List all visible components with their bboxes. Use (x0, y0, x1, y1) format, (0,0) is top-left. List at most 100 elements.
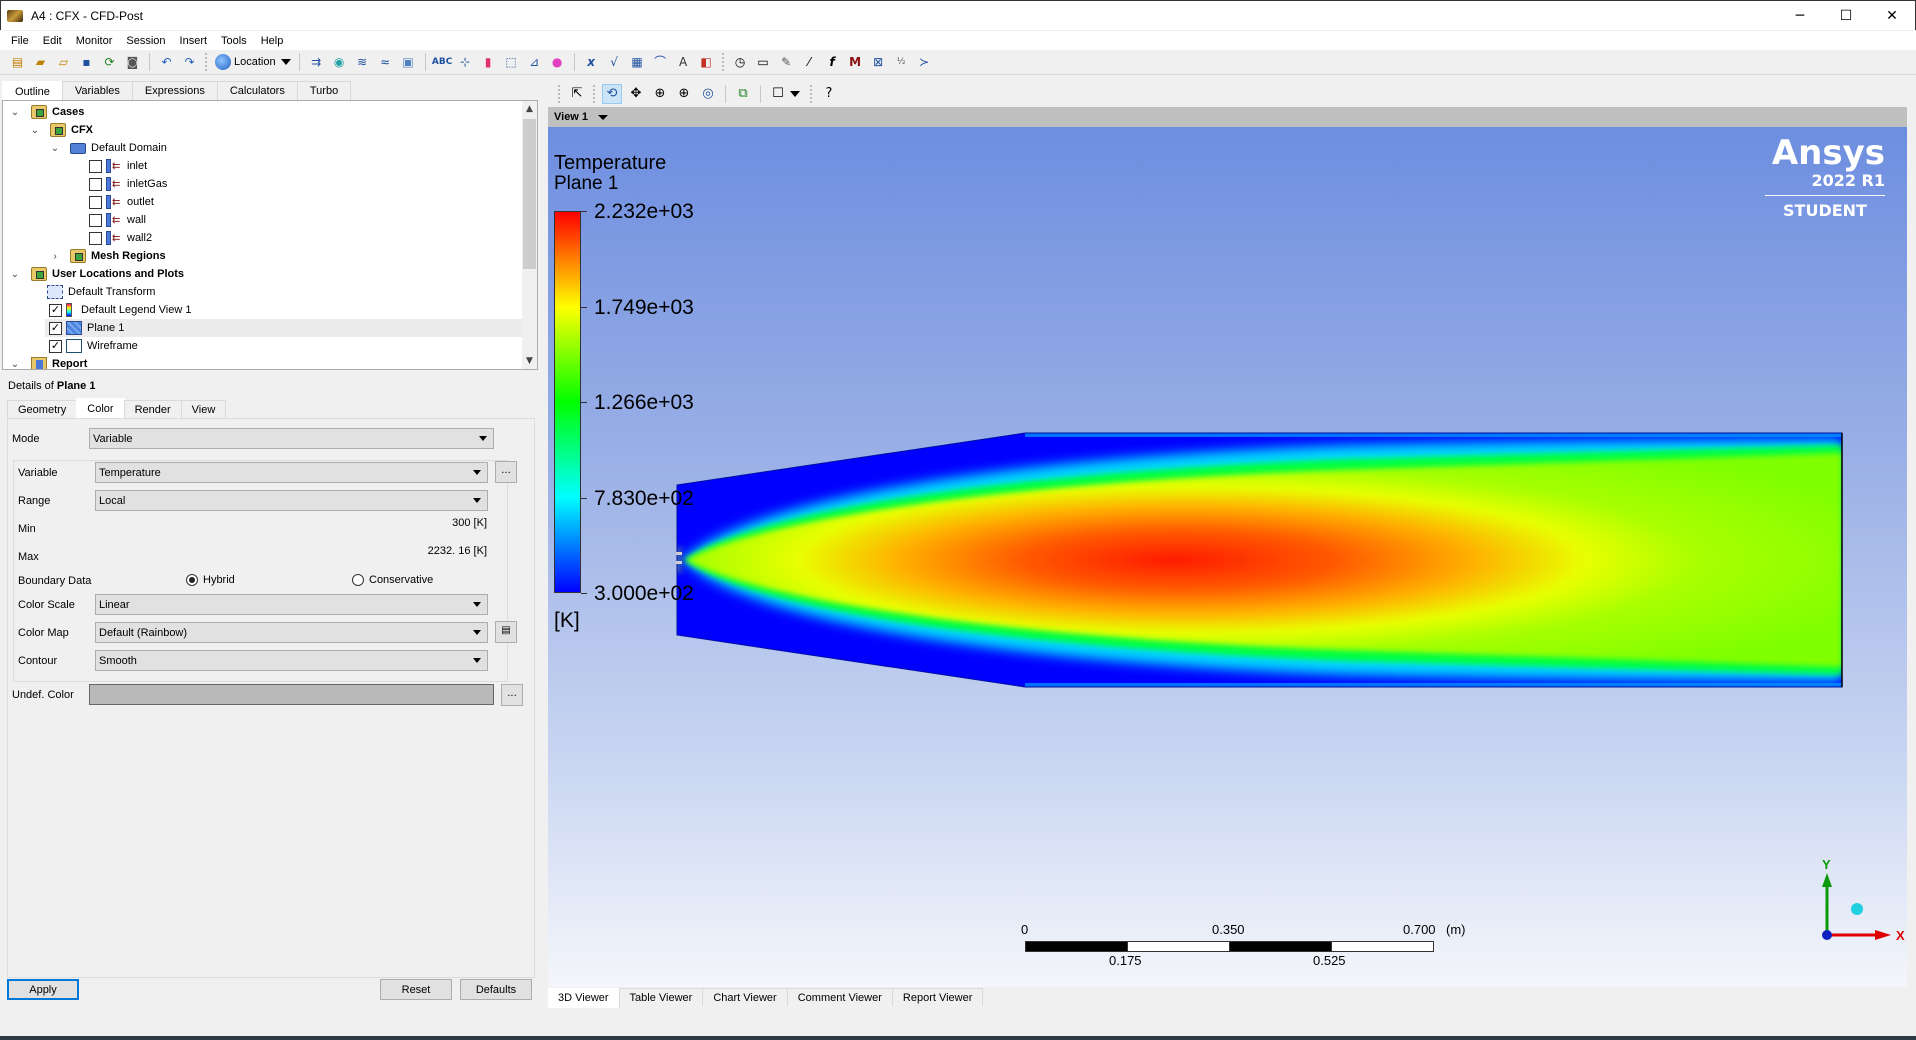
tree-item-report[interactable]: ⌄ Report (9, 355, 87, 370)
scroll-up-icon[interactable]: ▲ (522, 101, 537, 117)
command-editor-icon[interactable]: ≻ (915, 53, 933, 71)
undo-icon[interactable]: ↶ (158, 53, 176, 71)
chevron-down-icon[interactable]: ⌄ (29, 125, 41, 136)
menu-session[interactable]: Session (119, 35, 172, 47)
coordinate-frame-icon[interactable]: ⊹ (456, 53, 474, 71)
zoom-icon[interactable]: ⊕ (674, 84, 694, 104)
undef-color-swatch[interactable] (89, 684, 494, 705)
tab-view[interactable]: View (180, 400, 227, 418)
visibility-checkbox[interactable] (89, 177, 102, 191)
visibility-checkbox[interactable]: ✓ (49, 303, 62, 317)
contour-select[interactable]: Smooth (95, 650, 488, 671)
menu-help[interactable]: Help (254, 35, 291, 47)
variable-icon[interactable]: x (582, 53, 600, 71)
tab-variables[interactable]: Variables (61, 81, 133, 100)
volume-rendering-icon[interactable]: ▣ (399, 53, 417, 71)
fit-view-icon[interactable]: ⧉ (733, 84, 753, 104)
figure-icon[interactable]: ◧ (697, 53, 715, 71)
animation-icon[interactable]: ▭ (754, 53, 772, 71)
save-state-icon[interactable]: ▪ (78, 53, 96, 71)
comment-icon[interactable]: A (674, 53, 692, 71)
table-icon[interactable]: ▦ (628, 53, 646, 71)
timestep-icon[interactable]: ◷ (731, 53, 749, 71)
maximize-button[interactable]: ☐ (1823, 1, 1869, 31)
color-map-icon[interactable]: ● (548, 53, 566, 71)
probe-icon[interactable]: ⁄ (800, 53, 818, 71)
menu-file[interactable]: File (4, 35, 36, 47)
scroll-thumb[interactable] (523, 119, 536, 269)
rotate-icon[interactable]: ⟲ (602, 83, 622, 104)
tab-expressions[interactable]: Expressions (131, 81, 218, 100)
tab-chart-viewer[interactable]: Chart Viewer (703, 988, 788, 1006)
chart-icon[interactable]: ⌒ (651, 53, 669, 71)
redo-icon[interactable]: ↷ (181, 53, 199, 71)
menu-monitor[interactable]: Monitor (69, 35, 120, 47)
view-selector[interactable]: View 1 (548, 107, 1907, 127)
contour-icon[interactable]: ◉ (330, 53, 348, 71)
visibility-checkbox[interactable]: ✓ (49, 321, 62, 335)
location-dropdown[interactable]: Location (212, 52, 294, 72)
tree-item-plane-1[interactable]: ✓ Plane 1 (45, 319, 523, 337)
load-results-icon[interactable]: ▱ (55, 53, 73, 71)
chevron-down-icon[interactable]: ⌄ (9, 359, 21, 370)
color-map-select[interactable]: Default (Rainbow) (95, 622, 488, 643)
refresh-icon[interactable]: ⟳ (101, 53, 119, 71)
tree-scrollbar[interactable]: ▲ ▼ (522, 101, 537, 369)
tab-geometry[interactable]: Geometry (7, 400, 78, 418)
expression-icon[interactable]: √ (605, 53, 623, 71)
tree-item-outlet[interactable]: ⇇ outlet (89, 193, 154, 211)
tree-item-default-transform[interactable]: Default Transform (47, 283, 155, 301)
range-select[interactable]: Local (95, 490, 488, 511)
chevron-down-icon[interactable] (790, 90, 800, 97)
tab-report-viewer[interactable]: Report Viewer (892, 988, 984, 1006)
chevron-down-icon[interactable]: ⌄ (9, 107, 21, 118)
undef-color-browse-button[interactable]: ... (501, 684, 523, 706)
3d-viewport[interactable]: Temperature Plane 1 2.232e+03 1.749e+03 1.… (548, 127, 1907, 987)
instance-transform-icon[interactable]: ⬚ (502, 53, 520, 71)
vector-icon[interactable]: ⇉ (307, 53, 325, 71)
tree-item-user-locations[interactable]: ⌄ User Locations and Plots (9, 265, 184, 283)
menu-edit[interactable]: Edit (36, 35, 69, 47)
visibility-checkbox[interactable] (89, 159, 102, 173)
tree-item-wall[interactable]: ⇇ wall (89, 211, 146, 229)
tab-render[interactable]: Render (123, 400, 182, 418)
tab-color[interactable]: Color (76, 398, 125, 418)
visibility-checkbox[interactable]: ✓ (49, 339, 62, 353)
minimize-button[interactable]: ─ (1777, 1, 1823, 31)
color-map-editor-button[interactable]: ▤ (495, 621, 517, 643)
visibility-checkbox[interactable] (89, 195, 102, 209)
defaults-button[interactable]: Defaults (460, 979, 532, 1000)
case-comparison-icon[interactable]: ½ (892, 53, 910, 71)
macro-calculator-icon[interactable]: M (846, 53, 864, 71)
mesh-calculator-icon[interactable]: ⊠ (869, 53, 887, 71)
function-calculator-icon[interactable]: f (823, 53, 841, 71)
color-scale-select[interactable]: Linear (95, 594, 488, 615)
tree-item-mesh-regions[interactable]: › Mesh Regions (49, 247, 166, 265)
screenshot-icon[interactable]: ◙ (124, 53, 142, 71)
tree-item-wireframe[interactable]: ✓ Wireframe (49, 337, 138, 355)
tab-table-viewer[interactable]: Table Viewer (619, 988, 704, 1006)
toolbar-grip[interactable] (593, 84, 596, 103)
mode-select[interactable]: Variable (89, 428, 494, 449)
tab-outline[interactable]: Outline (2, 81, 63, 101)
toolbar-grip[interactable] (721, 53, 725, 71)
zoom-box-icon[interactable]: ⊕ (650, 84, 670, 104)
text-icon[interactable]: ABC (432, 53, 452, 71)
tree-item-default-domain[interactable]: ⌄ Default Domain (49, 139, 167, 157)
help-icon[interactable]: ? (819, 84, 839, 104)
reset-button[interactable]: Reset (380, 979, 452, 1000)
tab-turbo[interactable]: Turbo (296, 81, 352, 100)
toolbar-grip[interactable] (810, 84, 813, 103)
tree-item-inletgas[interactable]: ⇇ inletGas (89, 175, 167, 193)
tab-calculators[interactable]: Calculators (216, 81, 298, 100)
tab-3d-viewer[interactable]: 3D Viewer (548, 988, 620, 1008)
streamline-icon[interactable]: ≋ (353, 53, 371, 71)
apply-button[interactable]: Apply (7, 979, 79, 1000)
axis-triad[interactable]: Y X (1797, 857, 1907, 947)
radio-conservative[interactable]: Conservative (352, 574, 433, 586)
visibility-checkbox[interactable] (89, 231, 102, 245)
variable-select[interactable]: Temperature (95, 462, 488, 483)
chevron-down-icon[interactable]: ⌄ (9, 269, 21, 280)
tree-item-cases[interactable]: ⌄ Cases (9, 103, 84, 121)
pan-icon[interactable]: ✥ (626, 84, 646, 104)
